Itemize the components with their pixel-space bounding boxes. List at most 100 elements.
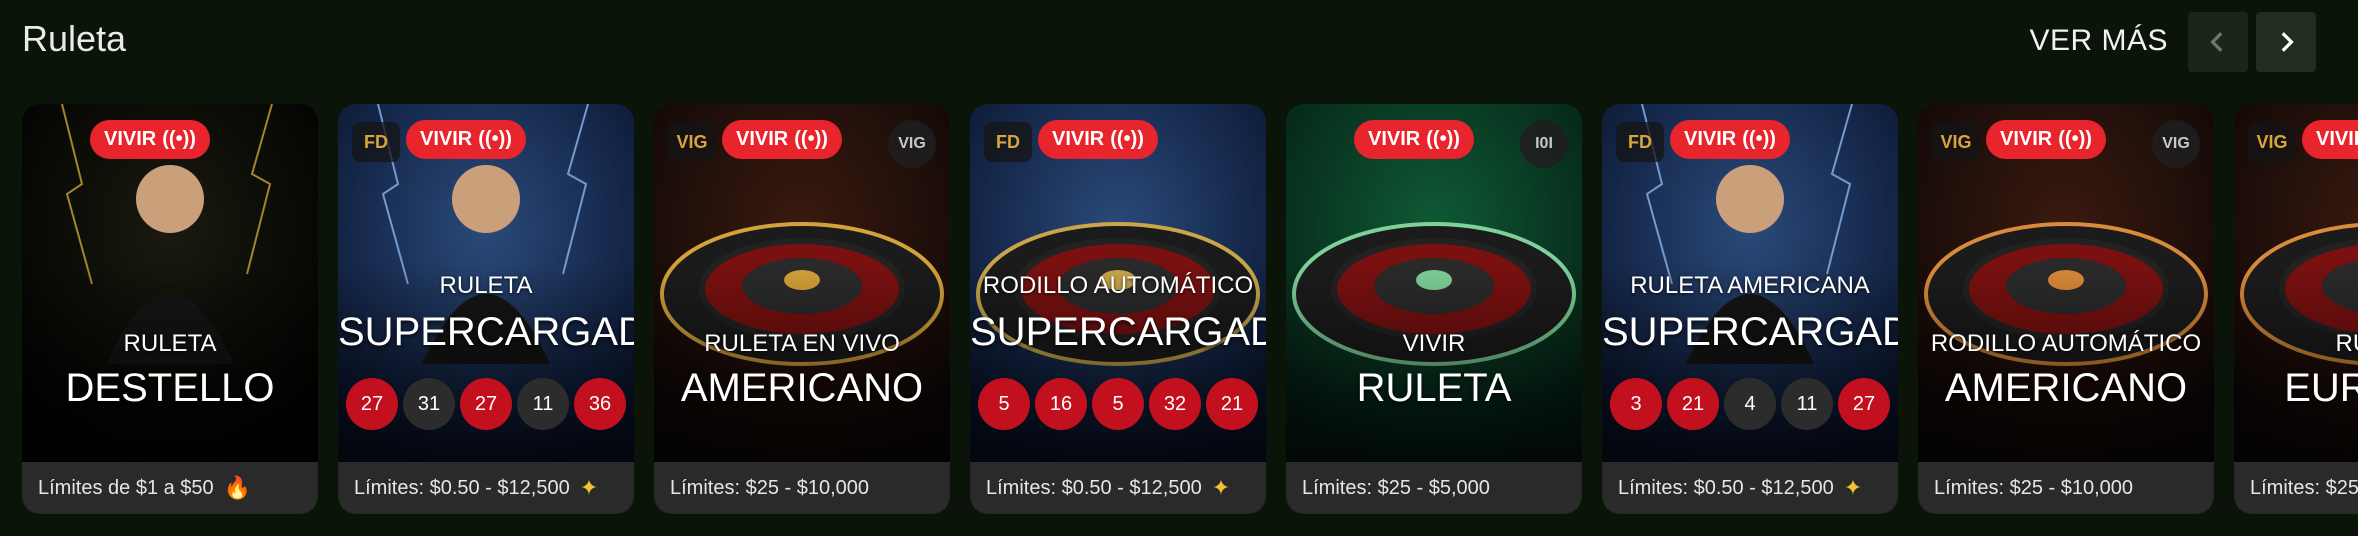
- card-shade: [22, 262, 318, 462]
- live-label: VIVIR: [1368, 128, 1421, 150]
- sparkle-icon: ✦: [1211, 475, 1231, 500]
- result-number: 32: [1149, 378, 1201, 430]
- provider-badge-icon: I0I: [1520, 120, 1568, 168]
- game-subtitle: VIVIR: [1402, 330, 1466, 357]
- bet-limits: Límites: $0.50 - $12,500: [1618, 476, 1834, 499]
- see-more-link[interactable]: VER MÁS: [2029, 24, 2168, 58]
- game-card[interactable]: FD VIVIR ((•)) RULETA AMERICANA SUPERCAR…: [1602, 104, 1898, 514]
- game-title: RULETA: [1356, 366, 1512, 410]
- bet-limits: Límites: $25 - $5,000: [1302, 476, 1490, 499]
- live-badge: VIVIR ((•)): [1986, 120, 2106, 159]
- live-label: VIVIR: [104, 128, 157, 150]
- provider-logo: FD: [352, 122, 400, 162]
- game-title: SUPERCARGADO: [970, 310, 1266, 354]
- card-footer: Límites de $1 a $50 🔥: [22, 462, 318, 514]
- provider-logo: VIG: [1932, 122, 1980, 162]
- live-label: VIVIR: [2316, 128, 2358, 150]
- live-label: VIVIR: [420, 128, 473, 150]
- broadcast-icon: ((•)): [2058, 128, 2092, 150]
- game-card[interactable]: VIG VIG VIVIR ((•)) RULETA EN VIVO AMERI…: [654, 104, 950, 514]
- result-number: 5: [1092, 378, 1144, 430]
- live-label: VIVIR: [1684, 128, 1737, 150]
- card-footer: Límites: $0.50 - $12,500 ✦: [338, 462, 634, 514]
- game-title: AMERICANO: [680, 366, 924, 410]
- game-card[interactable]: VIG VIVIR ((•)) RULETA EUROPEA Límites: …: [2234, 104, 2358, 514]
- game-subtitle: RULETA: [123, 330, 217, 357]
- bet-limits: Límites: $25: [2250, 476, 2358, 499]
- game-title: AMERICANO: [1944, 366, 2188, 410]
- result-number: 21: [1206, 378, 1258, 430]
- result-number: 27: [346, 378, 398, 430]
- game-title: SUPERCARGADO: [338, 310, 634, 354]
- game-carousel: VIVIR ((•)) RULETA DESTELLO Límites de $…: [22, 104, 2358, 514]
- prev-button[interactable]: [2188, 12, 2248, 72]
- live-badge: VIVIR ((•)): [1670, 120, 1790, 159]
- provider-logo: VIG: [668, 122, 716, 162]
- game-subtitle: RULETA: [439, 272, 533, 299]
- game-subtitle: RODILLO AUTOMÁTICO: [1930, 330, 2202, 357]
- card-shade: [1286, 262, 1582, 462]
- live-badge: VIVIR ((•)): [722, 120, 842, 159]
- recent-results: 5 16 5 32 21: [978, 378, 1258, 430]
- provider-badge-icon: VIG: [888, 120, 936, 168]
- game-card[interactable]: VIG VIG VIVIR ((•)) RODILLO AUTOMÁTICO A…: [1918, 104, 2214, 514]
- card-shade: [654, 262, 950, 462]
- game-title: SUPERCARGADO: [1602, 310, 1898, 354]
- card-footer: Límites: $0.50 - $12,500 ✦: [970, 462, 1266, 514]
- chevron-right-icon: [2281, 32, 2294, 52]
- game-card[interactable]: I0I VIVIR ((•)) VIVIR RULETA Límites: $2…: [1286, 104, 1582, 514]
- recent-results: 3 21 4 11 27: [1610, 378, 1890, 430]
- live-badge: VIVIR ((•)): [406, 120, 526, 159]
- live-label: VIVIR: [736, 128, 789, 150]
- game-subtitle: RULETA AMERICANA: [1630, 272, 1870, 299]
- result-number: 27: [1838, 378, 1890, 430]
- result-number: 36: [574, 378, 626, 430]
- broadcast-icon: ((•)): [794, 128, 828, 150]
- bet-limits: Límites: $0.50 - $12,500: [354, 476, 570, 499]
- bet-limits: Límites: $25 - $10,000: [670, 476, 870, 499]
- result-number: 3: [1610, 378, 1662, 430]
- live-badge: VIVIR ((•)): [1038, 120, 1158, 159]
- broadcast-icon: ((•)): [162, 128, 196, 150]
- live-badge: VIVIR ((•)): [1354, 120, 1474, 159]
- sparkle-icon: ✦: [1843, 475, 1863, 500]
- game-card[interactable]: FD VIVIR ((•)) RULETA SUPERCARGADO 27312…: [338, 104, 634, 514]
- broadcast-icon: ((•)): [1426, 128, 1460, 150]
- result-number: 11: [517, 378, 569, 430]
- live-badge: VIVIR ((•)): [2302, 120, 2358, 159]
- card-footer: Límites: $25: [2234, 462, 2358, 514]
- broadcast-icon: ((•)): [478, 128, 512, 150]
- result-number: 11: [1781, 378, 1833, 430]
- card-footer: Límites: $25 - $10,000: [1918, 462, 2214, 514]
- result-number: 4: [1724, 378, 1776, 430]
- next-button[interactable]: [2256, 12, 2316, 72]
- chevron-left-icon: [2210, 32, 2223, 52]
- provider-logo: FD: [1616, 122, 1664, 162]
- card-footer: Límites: $0.50 - $12,500 ✦: [1602, 462, 1898, 514]
- flame-icon: 🔥: [223, 475, 252, 500]
- section-title: Ruleta: [22, 18, 127, 59]
- game-title: DESTELLO: [65, 366, 275, 410]
- live-label: VIVIR: [2000, 128, 2053, 150]
- provider-logo: VIG: [2248, 122, 2296, 162]
- game-subtitle: RODILLO AUTOMÁTICO: [982, 272, 1254, 299]
- bet-limits: Límites: $25 - $10,000: [1934, 476, 2134, 499]
- provider-logo: FD: [984, 122, 1032, 162]
- result-number: 31: [403, 378, 455, 430]
- sparkle-icon: ✦: [579, 475, 599, 500]
- card-shade: [2234, 262, 2358, 462]
- card-footer: Límites: $25 - $5,000: [1286, 462, 1582, 514]
- result-number: 16: [1035, 378, 1087, 430]
- live-badge: VIVIR ((•)): [90, 120, 210, 159]
- card-footer: Límites: $25 - $10,000: [654, 462, 950, 514]
- game-card[interactable]: VIVIR ((•)) RULETA DESTELLO Límites de $…: [22, 104, 318, 514]
- game-subtitle: RULETA EN VIVO: [704, 330, 900, 357]
- game-card[interactable]: FD VIVIR ((•)) RODILLO AUTOMÁTICO SUPERC…: [970, 104, 1266, 514]
- result-number: 5: [978, 378, 1030, 430]
- provider-badge-icon: VIG: [2152, 120, 2200, 168]
- game-title: EUROPEA: [2284, 366, 2358, 410]
- result-number: 21: [1667, 378, 1719, 430]
- result-number: 27: [460, 378, 512, 430]
- broadcast-icon: ((•)): [1742, 128, 1776, 150]
- game-subtitle: RULETA: [2335, 330, 2358, 357]
